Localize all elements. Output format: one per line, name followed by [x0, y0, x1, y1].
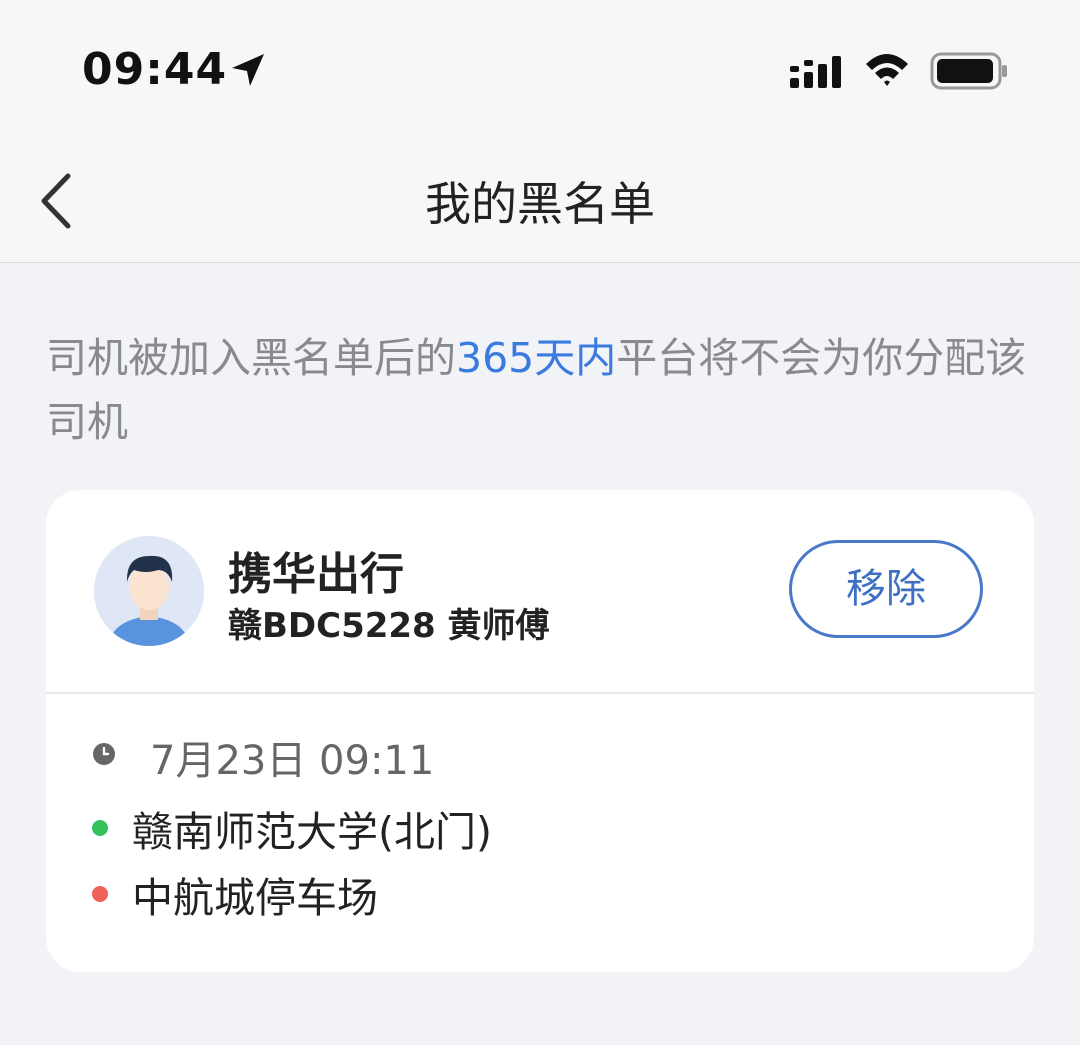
driver-avatar [94, 536, 204, 646]
location-arrow-icon [232, 54, 264, 86]
origin-dot-icon [92, 820, 108, 836]
wifi-icon [866, 54, 908, 86]
company-name: 携华出行 [228, 549, 404, 600]
page-title: 我的黑名单 [425, 177, 655, 231]
blacklist-notice: 司机被加入黑名单后的365天内平台将不会为你分配该司机 [46, 326, 1036, 454]
status-bar: 09:44 [0, 0, 1080, 140]
battery-icon [930, 52, 1007, 90]
clock-icon [93, 743, 115, 765]
destination-dot-icon [92, 886, 108, 902]
card-divider [46, 692, 1034, 694]
cellular-signal-icon [790, 56, 841, 88]
driver-plate-and-name: 赣BDC5228 黄师傅 [228, 606, 550, 646]
trip-time: 7月23日 09:11 [150, 738, 435, 784]
status-time: 09:44 [82, 44, 228, 95]
person-avatar-icon [94, 536, 204, 646]
remove-button[interactable]: 移除 [789, 540, 983, 638]
notice-text-before: 司机被加入黑名单后的 [46, 334, 456, 382]
destination-label: 中航城停车场 [132, 874, 378, 922]
origin-label: 赣南师范大学(北门) [132, 808, 492, 856]
navigation-bar: 我的黑名单 [0, 140, 1080, 263]
blacklist-card: 携华出行 赣BDC5228 黄师傅 移除 7月23日 09:11 赣南师范大学(… [46, 490, 1034, 972]
notice-highlight: 365天内 [456, 334, 617, 382]
